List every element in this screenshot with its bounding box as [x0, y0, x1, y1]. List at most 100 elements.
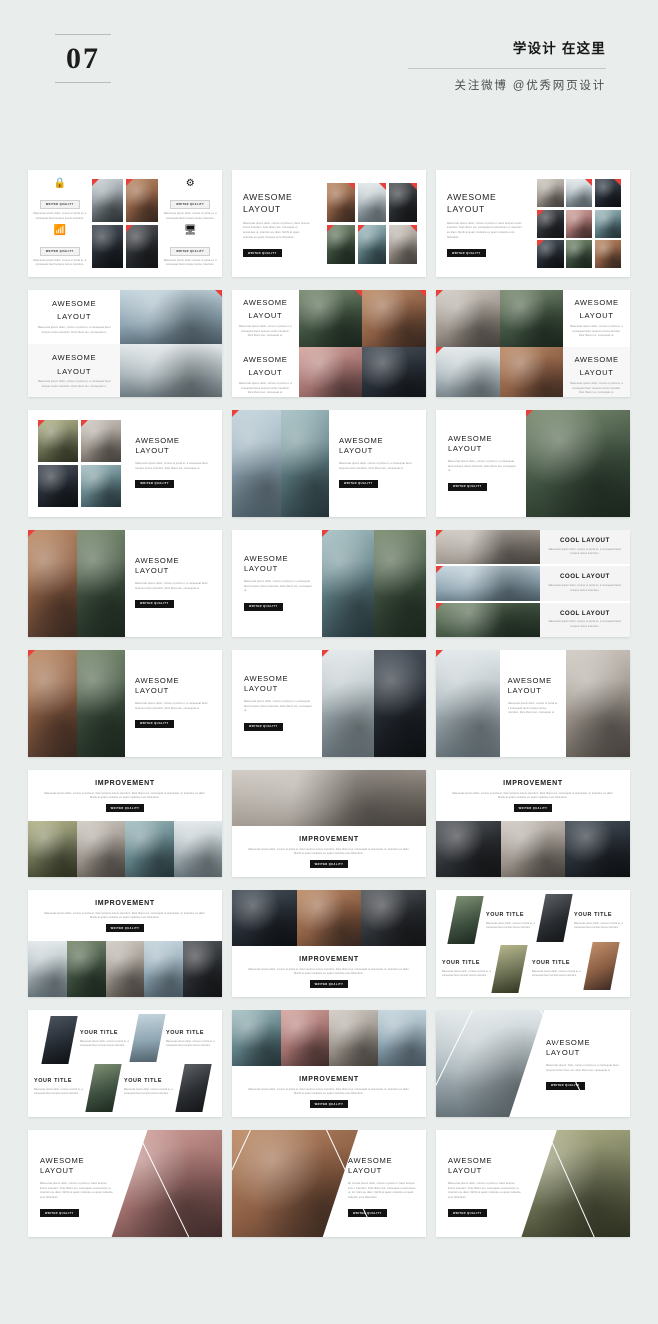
- slide-thumbnail[interactable]: AWESOME LAYOUT Maecenas ipsum dolor, cur…: [28, 410, 222, 517]
- slide-badge[interactable]: WRITER QUALITY: [309, 860, 349, 869]
- slide-text-block: AWESOME LAYOUT Maecenas ipsum dolor, cur…: [127, 410, 222, 517]
- slide-thumbnail[interactable]: AWESOME LAYOUT Maecenas ipsum dolor, cur…: [232, 170, 426, 277]
- slide-badge[interactable]: WRITER QUALITY: [135, 479, 174, 488]
- slide-thumbnail[interactable]: AWESOME LAYOUT Maecenas ipsum dolor, cur…: [28, 1130, 222, 1237]
- slide-text-block: AWESOME LAYOUT Maecenas ipsum dolor, cur…: [232, 290, 299, 347]
- slide-body: Maecenas ipsum dolor, cursus ut porta et…: [570, 381, 623, 395]
- feature-item: 🖥 WRITER QUALITY Maecenas ipsum dolor, c…: [163, 225, 217, 269]
- slide-title-line2: LAYOUT: [448, 444, 483, 454]
- slide-thumbnail[interactable]: COOL LAYOUT Maecenas ipsum dolor, cursus…: [436, 530, 630, 637]
- photo-tile: [120, 290, 222, 345]
- slide-thumbnail[interactable]: AWESOME LAYOUT Maecenas ipsum dolor, cur…: [232, 410, 426, 517]
- slide-body: Maecenas ipsum dolor, cursus ut porta et…: [243, 221, 310, 239]
- slide-thumbnail[interactable]: AWESOME LAYOUT Maecenas ipsum dolor, cur…: [436, 1010, 630, 1117]
- photo-tile: [537, 179, 564, 207]
- your-title-label: YOUR TITLE: [486, 912, 525, 918]
- photo-tile: [436, 566, 540, 601]
- photo-gallery: [232, 770, 426, 827]
- photo-tile: [91, 225, 124, 268]
- slide-badge[interactable]: WRITER QUALITY: [135, 719, 174, 728]
- photo-tile: [41, 1016, 78, 1064]
- slide-badge[interactable]: WRITER QUALITY: [105, 804, 145, 813]
- slide-badge[interactable]: WRITER QUALITY: [448, 1209, 487, 1218]
- slide-thumbnail[interactable]: AWESOME LAYOUT Maecenas ipsum dolor, cur…: [28, 290, 222, 397]
- slide-title-line2: LAYOUT: [546, 1048, 581, 1058]
- slide-badge[interactable]: WRITER QUALITY: [448, 482, 487, 491]
- slide-text-block: AWESOME LAYOUT Maecenas ipsum dolor, cur…: [563, 346, 630, 397]
- slide-title-line2: LAYOUT: [579, 368, 614, 378]
- photo-tile: [436, 1010, 545, 1117]
- slide-badge[interactable]: WRITER QUALITY: [244, 602, 283, 611]
- slide-thumbnail[interactable]: IMPROVEMENT Maecenas ipsum dolor, cursus…: [232, 890, 426, 997]
- lock-icon: 🔒: [53, 178, 67, 189]
- cool-layout-title: COOL LAYOUT: [559, 573, 610, 581]
- slide-thumbnail[interactable]: AWESOME LAYOUT Maecenas ipsum dolor, cur…: [436, 650, 630, 757]
- slide-thumbnail[interactable]: AWESOME LAYOUT Maecenas ipsum dolor, cur…: [436, 290, 630, 397]
- slide-thumbnail[interactable]: AWESOME LAYOUT Maecenas ipsum dolor, cur…: [436, 410, 630, 517]
- slide-thumbnail[interactable]: AWESOME LAYOUT Maecenas ipsum dolor, cur…: [436, 1130, 630, 1237]
- your-title-label: YOUR TITLE: [166, 1030, 205, 1036]
- slide-title-line1: AWESOME: [243, 298, 288, 307]
- photo-tile: [91, 179, 124, 222]
- cool-layout-title: COOL LAYOUT: [559, 609, 610, 617]
- slide-badge[interactable]: WRITER QUALITY: [40, 1209, 79, 1218]
- slide-thumbnail[interactable]: AWESOME LAYOUT Maecenas ipsum dolor, cur…: [232, 650, 426, 757]
- slide-body: Maecenas ipsum dolor, cursus ut porta et…: [135, 701, 208, 710]
- photo-tile: [66, 940, 106, 997]
- photo-tile: [329, 1010, 378, 1067]
- slide-badge[interactable]: WRITER QUALITY: [244, 722, 283, 731]
- slide-badge[interactable]: WRITER QUALITY: [309, 1100, 349, 1109]
- slide-body: Maecenas ipsum dolor, cursus ut porta et…: [452, 791, 614, 800]
- slide-badge[interactable]: WRITER QUALITY: [309, 980, 349, 989]
- section-number-block: 07: [55, 34, 111, 83]
- slide-thumbnail[interactable]: YOUR TITLE Maecenas ipsum dolor, cursus …: [28, 1010, 222, 1117]
- slide-thumbnail[interactable]: IMPROVEMENT Maecenas ipsum dolor, cursus…: [436, 770, 630, 877]
- slide-thumbnail[interactable]: IMPROVEMENT Maecenas ipsum dolor, cursus…: [28, 770, 222, 877]
- slide-thumbnail[interactable]: AWESOME LAYOUT Maecenas ipsum dolor, cur…: [232, 290, 426, 397]
- slide-half: AWESOME LAYOUT Maecenas ipsum dolor, cur…: [436, 346, 630, 397]
- slide-thumbnail[interactable]: AWESOME LAYOUT Maecenas ipsum dolor, cur…: [28, 650, 222, 757]
- slide-thumbnail[interactable]: 🔒 WRITER QUALITY Maecenas ipsum dolor, c…: [28, 170, 222, 277]
- slide-badge[interactable]: WRITER QUALITY: [447, 249, 486, 258]
- slide-badge[interactable]: WRITER QUALITY: [135, 599, 174, 608]
- slide-title-line2: LAYOUT: [57, 312, 92, 322]
- slide-body: Maecenas ipsum dolor, cursus ut porta et…: [339, 461, 412, 470]
- slide-title-line1: AWESOME: [135, 556, 180, 565]
- slide-thumbnail-grid: 🔒 WRITER QUALITY Maecenas ipsum dolor, c…: [28, 170, 630, 1237]
- slide-thumbnail[interactable]: YOUR TITLE Maecenas ipsum dolor, cursus …: [436, 890, 630, 997]
- slide-text-block: AWESOME LAYOUT Maecenas ipsum dolor, cur…: [232, 347, 299, 397]
- slide-text-block: IMPROVEMENT Maecenas ipsum dolor, cursus…: [232, 826, 426, 877]
- slide-body: Maecenas ipsum dolor, cursus ut porta et…: [44, 791, 206, 800]
- slide-body: Maecenas ipsum dolor, cursus ut porta et…: [135, 461, 208, 470]
- slide-badge[interactable]: WRITER QUALITY: [513, 804, 553, 813]
- slide-thumbnail[interactable]: AWESOME LAYOUT Maecenas ipsum dolor, cur…: [232, 1130, 426, 1237]
- slide-text-block: AWESOME LAYOUT Maecenas ipsum dolor, cur…: [436, 410, 526, 517]
- slide-title-line2: LAYOUT: [339, 446, 374, 456]
- slide-text-block: AWESOME LAYOUT Maecenas ipsum dolor, cur…: [448, 1156, 522, 1219]
- slide-badge[interactable]: WRITER QUALITY: [339, 479, 378, 488]
- slide-thumbnail[interactable]: IMPROVEMENT Maecenas ipsum dolor, cursus…: [232, 770, 426, 877]
- your-title-block: YOUR TITLE Maecenas ipsum dolor, cursus …: [166, 1030, 222, 1048]
- slide-badge[interactable]: WRITER QUALITY: [243, 249, 282, 258]
- your-title-block: YOUR TITLE Maecenas ipsum dolor, cursus …: [532, 960, 588, 978]
- slide-thumbnail[interactable]: IMPROVEMENT Maecenas ipsum dolor, cursus…: [232, 1010, 426, 1117]
- feature-badge: WRITER QUALITY: [170, 200, 211, 209]
- your-title-block: YOUR TITLE Maecenas ipsum dolor, cursus …: [442, 960, 498, 978]
- slide-thumbnail[interactable]: AWESOME LAYOUT Maecenas ipsum dolor, cur…: [232, 530, 426, 637]
- slide-thumbnail[interactable]: AWESOME LAYOUT Maecenas ipsum dolor, cur…: [28, 530, 222, 637]
- photo-tile: [537, 240, 564, 268]
- photo-tile: [76, 530, 125, 637]
- slide-thumbnail[interactable]: AWESOME LAYOUT Maecenas ipsum dolor, cur…: [436, 170, 630, 277]
- slide-thumbnail[interactable]: IMPROVEMENT Maecenas ipsum dolor, cursus…: [28, 890, 222, 997]
- your-title-block: YOUR TITLE Maecenas ipsum dolor, cursus …: [486, 912, 542, 930]
- slide-title-line1: AWESOME: [339, 436, 384, 445]
- photo-tile: [594, 179, 621, 207]
- slide-body: Maecenas ipsum dolor, cursus ut porta et…: [37, 380, 111, 389]
- photo-tile: [280, 1010, 329, 1067]
- photo-tile: [436, 602, 540, 637]
- slide-badge[interactable]: WRITER QUALITY: [105, 924, 145, 933]
- slide-body: Maecenas ipsum dolor, cursus ut porta et…: [248, 967, 410, 976]
- photo-gallery: [322, 650, 426, 757]
- branding-title: 学设计 在这里: [512, 41, 606, 56]
- photo-tile: [537, 209, 564, 238]
